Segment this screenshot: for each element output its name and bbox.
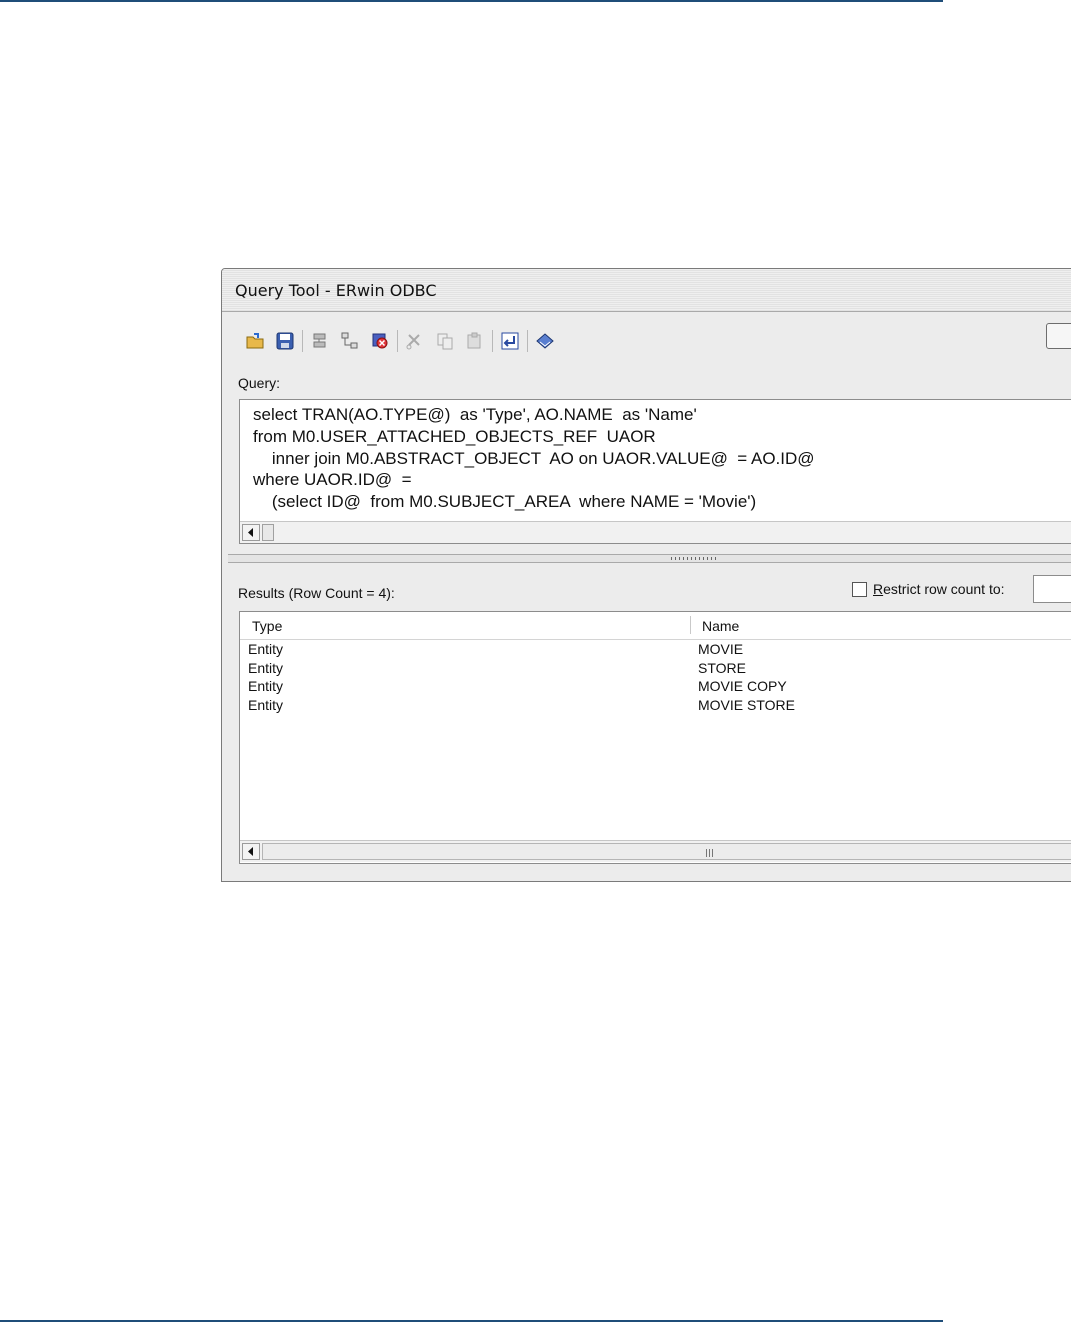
- cut-button[interactable]: [402, 329, 428, 353]
- title-bar: Query Tool - ERwin ODBC: [222, 269, 1071, 312]
- copy-button[interactable]: [432, 329, 458, 353]
- toolbar-separator: [302, 330, 303, 352]
- execute-icon: [501, 332, 519, 350]
- scroll-left-button[interactable]: [242, 843, 260, 860]
- results-horizontal-scrollbar[interactable]: [240, 840, 1071, 862]
- toolbar: [242, 327, 562, 355]
- open-folder-icon: [246, 333, 264, 349]
- open-button[interactable]: [242, 329, 268, 353]
- column-header-type[interactable]: Type: [252, 618, 282, 634]
- row-count-input[interactable]: [1033, 575, 1071, 603]
- book-button[interactable]: [532, 329, 558, 353]
- cell-name: MOVIE COPY: [698, 678, 787, 695]
- scroll-left-button[interactable]: [242, 524, 260, 541]
- restrict-row-count[interactable]: Restrict row count to:: [852, 581, 1005, 597]
- top-right-button[interactable]: [1046, 323, 1071, 349]
- splitter-grip[interactable]: [671, 557, 719, 560]
- disconnect-button[interactable]: [367, 329, 393, 353]
- cell-type: Entity: [248, 641, 284, 657]
- column-divider[interactable]: [690, 616, 691, 634]
- chevron-left-icon: [248, 847, 253, 856]
- connect-button[interactable]: [307, 329, 333, 353]
- results-grid[interactable]: Type Name Entity MOVIE Entity STORE Enti…: [239, 611, 1071, 864]
- table-row[interactable]: Entity STORE: [240, 660, 1071, 679]
- book-icon: [536, 333, 554, 349]
- cell-name: STORE: [698, 659, 746, 676]
- table-row[interactable]: Entity MOVIE COPY: [240, 678, 1071, 697]
- window-title: Query Tool - ERwin ODBC: [235, 281, 437, 300]
- query-horizontal-scrollbar[interactable]: [240, 521, 1071, 543]
- toolbar-separator: [397, 330, 398, 352]
- chevron-left-icon: [248, 528, 253, 537]
- scroll-grip: [706, 849, 714, 857]
- query-tool-window: Query Tool - ERwin ODBC Query: select TR…: [221, 268, 1071, 882]
- scroll-thumb[interactable]: [262, 843, 1071, 860]
- query-text[interactable]: select TRAN(AO.TYPE@) as 'Type', AO.NAME…: [253, 404, 815, 513]
- cell-type: Entity: [248, 659, 284, 676]
- pane-splitter[interactable]: [228, 554, 1071, 563]
- page-top-rule: [0, 0, 943, 2]
- save-icon: [276, 332, 294, 350]
- cell-name: MOVIE: [698, 641, 744, 657]
- network-button[interactable]: [337, 329, 363, 353]
- save-button[interactable]: [272, 329, 298, 353]
- table-row[interactable]: Entity MOVIE STORE: [240, 697, 1071, 716]
- query-editor[interactable]: select TRAN(AO.TYPE@) as 'Type', AO.NAME…: [239, 399, 1071, 544]
- network-icon: [341, 332, 358, 349]
- cell-name: MOVIE STORE: [698, 696, 795, 713]
- copy-icon: [437, 333, 453, 350]
- restrict-row-count-checkbox[interactable]: [852, 581, 867, 597]
- grid-header: Type Name: [240, 612, 1071, 640]
- toolbar-separator: [527, 330, 528, 352]
- table-row[interactable]: Entity MOVIE: [240, 641, 1071, 660]
- query-label: Query:: [238, 375, 281, 391]
- toolbar-separator: [492, 330, 493, 352]
- execute-button[interactable]: [497, 329, 523, 353]
- scroll-thumb[interactable]: [262, 524, 274, 541]
- results-label: Results (Row Count = 4):: [238, 585, 395, 601]
- cut-icon: [406, 334, 420, 350]
- column-header-name[interactable]: Name: [702, 618, 739, 634]
- connect-icon: [313, 333, 326, 348]
- paste-button[interactable]: [462, 329, 488, 353]
- restrict-row-count-label[interactable]: Restrict row count to:: [873, 581, 1005, 597]
- disconnect-icon: [372, 333, 388, 349]
- paste-icon: [467, 332, 481, 349]
- cell-type: Entity: [248, 678, 284, 695]
- cell-type: Entity: [248, 696, 284, 713]
